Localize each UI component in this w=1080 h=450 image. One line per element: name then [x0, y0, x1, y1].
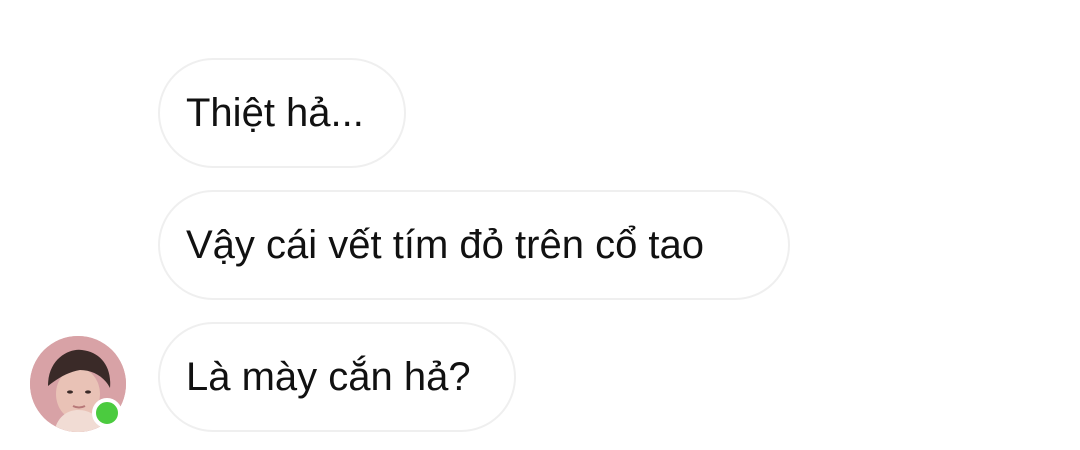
message-bubble[interactable]: Thiệt hả...	[158, 58, 406, 168]
message-text: Vậy cái vết tím đỏ trên cổ tao	[186, 222, 705, 267]
message-bubble[interactable]: Là mày cắn hả?	[158, 322, 516, 432]
online-status-icon	[92, 398, 122, 428]
message-thread: Thiệt hả... Vậy cái vết tím đỏ trên cổ t…	[0, 0, 1080, 450]
message-text: Thiệt hả...	[186, 90, 364, 135]
message-bubble[interactable]: Vậy cái vết tím đỏ trên cổ tao	[158, 190, 790, 300]
message-text: Là mày cắn hả?	[186, 354, 471, 399]
